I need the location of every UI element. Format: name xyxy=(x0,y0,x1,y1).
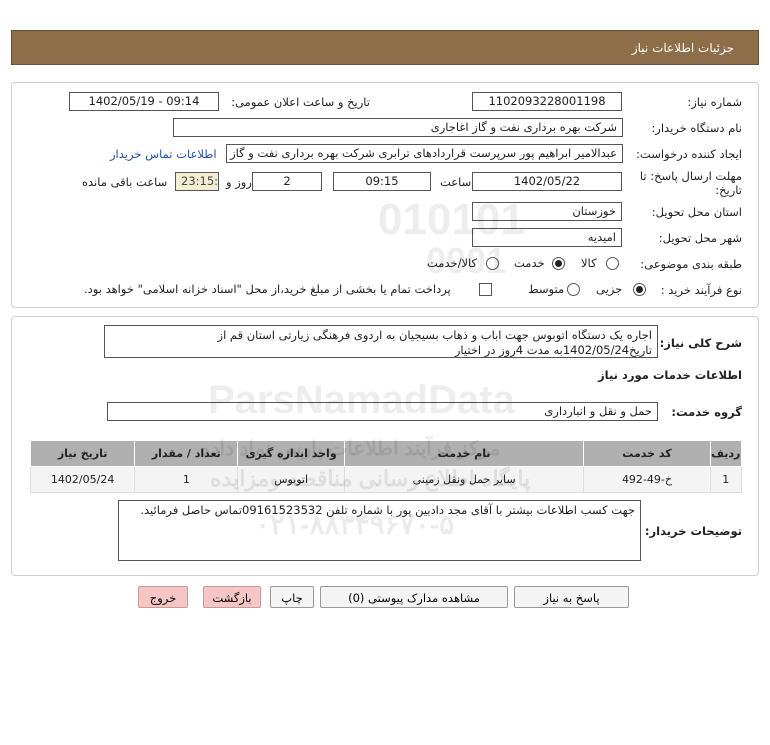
cell-service-name: سایر حمل ونقل زمینی xyxy=(343,466,585,493)
summary-label: شرح کلی نیاز: xyxy=(659,336,742,350)
request-creator-field: عبدالامیر ابراهیم پور سرپرست قراردادهای … xyxy=(226,144,623,163)
time-remaining-label: ساعت باقی مانده xyxy=(82,175,168,189)
category-label: طبقه بندی موضوعی: xyxy=(640,257,742,271)
announce-datetime-field: 1402/05/19 - 09:14 xyxy=(69,92,219,111)
col-row-number: ردیف xyxy=(709,440,743,467)
col-unit: واحد اندازه گیری xyxy=(237,440,345,467)
buyer-org-label: نام دستگاه خریدار: xyxy=(651,121,742,135)
services-section-title: اطلاعات خدمات مورد نیاز xyxy=(598,368,742,382)
col-quantity: تعداد / مقدار xyxy=(134,440,239,467)
exit-button[interactable]: خروج xyxy=(138,586,188,608)
delivery-province-field: خوزستان xyxy=(472,202,622,221)
services-table: ردیف کد خدمت نام خدمت واحد اندازه گیری ت… xyxy=(29,440,743,493)
days-label: روز و xyxy=(226,175,252,189)
service-group-field: حمل و نقل و انبارداری xyxy=(107,402,658,421)
request-creator-label: ایجاد کننده درخواست: xyxy=(636,147,742,161)
need-number-label: شماره نیاز: xyxy=(687,95,742,109)
print-button[interactable]: چاپ xyxy=(270,586,314,608)
process-radio-minor[interactable] xyxy=(633,283,646,296)
treasury-payment-note: پرداخت تمام یا بخشی از مبلغ خرید،از محل … xyxy=(84,282,451,296)
buyer-contact-link[interactable]: اطلاعات تماس خریدار xyxy=(110,147,217,161)
deadline-label: مهلت ارسال پاسخ: تا xyxy=(639,169,742,183)
treasury-payment-checkbox[interactable] xyxy=(479,283,492,296)
process-radio-medium[interactable] xyxy=(567,283,580,296)
col-service-code: کد خدمت xyxy=(583,440,711,467)
deadline-time-label: ساعت xyxy=(440,175,472,189)
delivery-city-field: امیدیه xyxy=(472,228,622,247)
deadline-date-field: 1402/05/22 xyxy=(472,172,622,191)
summary-line-1: اجاره یک دستگاه اتوبوس جهت اباب و ذهاب ب… xyxy=(217,328,652,342)
need-info-panel xyxy=(11,82,759,308)
category-option-goods: کالا xyxy=(581,256,597,270)
reply-to-need-button[interactable]: پاسخ به نیاز xyxy=(514,586,629,608)
cell-need-date: 1402/05/24 xyxy=(29,466,136,493)
category-radio-goods[interactable] xyxy=(606,257,619,270)
page-header: جزئیات اطلاعات نیاز xyxy=(11,30,759,65)
need-number-field: 1102093228001198 xyxy=(472,92,622,111)
buyer-org-field: شرکت بهره برداری نفت و گاز اغاجاری xyxy=(173,118,623,137)
cell-unit: اتوبوس xyxy=(237,466,345,493)
deadline-time-field: 09:15 xyxy=(333,172,431,191)
delivery-province-label: استان محل تحویل: xyxy=(651,205,742,219)
table-row: 1 خ-49-492 سایر حمل ونقل زمینی اتوبوس 1 … xyxy=(29,466,743,493)
back-button[interactable]: بازگشت xyxy=(203,586,261,608)
process-option-minor: جزیی xyxy=(596,282,623,296)
purchase-process-label: نوع فرآیند خرید : xyxy=(660,283,742,297)
cell-service-code: خ-49-492 xyxy=(583,466,711,493)
process-option-medium: متوسط xyxy=(528,282,565,296)
category-radio-goods-service[interactable] xyxy=(486,257,499,270)
days-remaining-field: 2 xyxy=(252,172,322,191)
deadline-date-sublabel: تاریخ: xyxy=(715,183,742,197)
cell-row-number: 1 xyxy=(709,466,743,493)
col-service-name: نام خدمت xyxy=(343,440,585,467)
announce-datetime-label: تاریخ و ساعت اعلان عمومی: xyxy=(231,95,370,109)
cell-quantity: 1 xyxy=(134,466,239,493)
summary-textbox: اجاره یک دستگاه اتوبوس جهت اباب و ذهاب ب… xyxy=(104,325,658,358)
category-option-service: خدمت xyxy=(514,256,545,270)
view-attachments-button[interactable]: مشاهده مدارک پیوستی (0) xyxy=(320,586,508,608)
buyer-notes-label: توضیحات خریدار: xyxy=(644,524,742,538)
delivery-city-label: شهر محل تحویل: xyxy=(658,231,742,245)
buyer-notes-textbox: جهت کسب اطلاعات بیشتر با آقای مجد دادبین… xyxy=(118,500,641,561)
buyer-notes-text: جهت کسب اطلاعات بیشتر با آقای مجد دادبین… xyxy=(140,503,635,517)
summary-line-2: تاریخ1402/05/24به مدت 4روز در اختیار xyxy=(454,343,652,357)
time-remaining-field: 23:15:00 xyxy=(175,172,219,191)
col-need-date: تاریخ نیاز xyxy=(29,440,136,467)
category-option-goods-service: کالا/خدمت xyxy=(427,256,478,270)
category-radio-service[interactable] xyxy=(552,257,565,270)
service-group-label: گروه خدمت: xyxy=(671,405,742,419)
page-title: جزئیات اطلاعات نیاز xyxy=(631,41,734,55)
services-table-header: ردیف کد خدمت نام خدمت واحد اندازه گیری ت… xyxy=(29,440,743,467)
